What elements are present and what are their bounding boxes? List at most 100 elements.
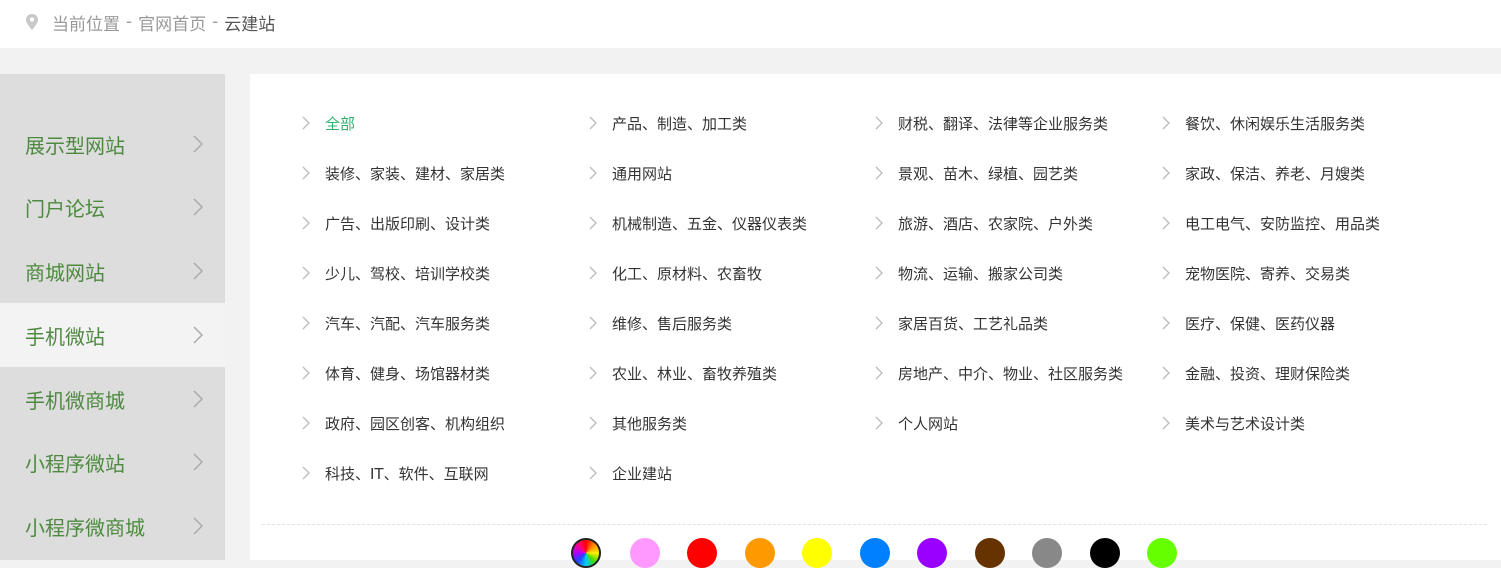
chevron-right-icon xyxy=(302,316,310,330)
chevron-right-icon xyxy=(193,453,203,471)
category-item[interactable]: 财税、翻译、法律等企业服务类 xyxy=(875,111,1108,135)
category-item[interactable]: 其他服务类 xyxy=(589,411,687,435)
chevron-right-icon xyxy=(875,316,883,330)
location-pin-icon xyxy=(26,14,38,30)
color-swatch-brown[interactable] xyxy=(975,538,1005,568)
category-item[interactable]: 政府、园区创客、机构组织 xyxy=(302,411,505,435)
category-item[interactable]: 广告、出版印刷、设计类 xyxy=(302,211,490,235)
category-label: 旅游、酒店、农家院、户外类 xyxy=(898,214,1094,233)
sidebar-item-portal-forum[interactable]: 门户论坛 xyxy=(0,175,225,239)
category-item[interactable]: 维修、售后服务类 xyxy=(589,311,732,335)
category-label: 维修、售后服务类 xyxy=(612,314,733,333)
chevron-right-icon xyxy=(1162,366,1170,380)
chevron-right-icon xyxy=(875,266,883,280)
sidebar-item-label: 展示型网站 xyxy=(25,133,125,158)
category-item[interactable]: 产品、制造、加工类 xyxy=(589,111,747,135)
category-item[interactable]: 个人网站 xyxy=(875,411,958,435)
category-item-all[interactable]: 全部 xyxy=(302,111,355,135)
sidebar-item-shop-site[interactable]: 商城网站 xyxy=(0,239,225,303)
sidebar-item-mobile-microsite[interactable]: 手机微站 xyxy=(0,303,225,367)
sidebar-item-label: 门户论坛 xyxy=(25,196,105,221)
category-item[interactable]: 金融、投资、理财保险类 xyxy=(1162,361,1350,385)
category-item[interactable]: 餐饮、休闲娱乐生活服务类 xyxy=(1162,111,1365,135)
chevron-right-icon xyxy=(875,366,883,380)
category-label: 宠物医院、寄养、交易类 xyxy=(1185,264,1351,283)
category-label: 景观、苗木、绿植、园艺类 xyxy=(898,164,1079,183)
category-item[interactable]: 景观、苗木、绿植、园艺类 xyxy=(875,161,1078,185)
category-item[interactable]: 家居百货、工艺礼品类 xyxy=(875,311,1048,335)
category-item[interactable]: 旅游、酒店、农家院、户外类 xyxy=(875,211,1093,235)
category-label: 房地产、中介、物业、社区服务类 xyxy=(898,364,1124,383)
chevron-right-icon xyxy=(589,116,597,130)
category-item[interactable]: 电工电气、安防监控、用品类 xyxy=(1162,211,1380,235)
category-item[interactable]: 农业、林业、畜牧养殖类 xyxy=(589,361,777,385)
category-label: 通用网站 xyxy=(612,164,673,183)
category-label: 财税、翻译、法律等企业服务类 xyxy=(898,114,1109,133)
chevron-right-icon xyxy=(1162,116,1170,130)
chevron-right-icon xyxy=(589,466,597,480)
color-swatch-yellow[interactable] xyxy=(802,538,832,568)
category-label: 家居百货、工艺礼品类 xyxy=(898,314,1049,333)
chevron-right-icon xyxy=(302,116,310,130)
category-item[interactable]: 汽车、汽配、汽车服务类 xyxy=(302,311,490,335)
color-swatch-red[interactable] xyxy=(687,538,717,568)
breadcrumb-separator: - xyxy=(212,12,219,32)
color-swatch-gray[interactable] xyxy=(1032,538,1062,568)
category-label: 广告、出版印刷、设计类 xyxy=(325,214,491,233)
chevron-right-icon xyxy=(193,390,203,408)
breadcrumb-current: 云建站 xyxy=(224,14,276,35)
category-label: 机械制造、五金、仪器仪表类 xyxy=(612,214,808,233)
color-swatch-blue[interactable] xyxy=(860,538,890,568)
category-item[interactable]: 体育、健身、场馆器材类 xyxy=(302,361,490,385)
color-swatch-purple[interactable] xyxy=(917,538,947,568)
category-label: 电工电气、安防监控、用品类 xyxy=(1185,214,1381,233)
chevron-right-icon xyxy=(302,466,310,480)
breadcrumb-home-link[interactable]: 官网首页 xyxy=(138,10,206,35)
category-item[interactable]: 美术与艺术设计类 xyxy=(1162,411,1305,435)
category-label: 科技、IT、软件、互联网 xyxy=(325,464,489,483)
chevron-right-icon xyxy=(1162,416,1170,430)
category-item[interactable]: 宠物医院、寄养、交易类 xyxy=(1162,261,1350,285)
sidebar-item-label: 商城网站 xyxy=(25,260,105,285)
category-item[interactable]: 家政、保洁、养老、月嫂类 xyxy=(1162,161,1365,185)
color-swatch-black[interactable] xyxy=(1090,538,1120,568)
chevron-right-icon xyxy=(302,216,310,230)
sidebar-item-mobile-microshop[interactable]: 手机微商城 xyxy=(0,367,225,431)
sidebar-item-miniprogram-site[interactable]: 小程序微站 xyxy=(0,430,225,494)
sidebar-item-label: 手机微站 xyxy=(25,324,105,349)
category-item[interactable]: 科技、IT、软件、互联网 xyxy=(302,461,489,485)
color-swatch-all[interactable] xyxy=(571,538,601,568)
category-item[interactable]: 机械制造、五金、仪器仪表类 xyxy=(589,211,807,235)
category-item[interactable]: 装修、家装、建材、家居类 xyxy=(302,161,505,185)
breadcrumb-separator: - xyxy=(126,12,133,32)
chevron-right-icon xyxy=(302,266,310,280)
category-label: 物流、运输、搬家公司类 xyxy=(898,264,1064,283)
color-swatch-orange[interactable] xyxy=(745,538,775,568)
category-item[interactable]: 企业建站 xyxy=(589,461,672,485)
category-label: 装修、家装、建材、家居类 xyxy=(325,164,506,183)
sidebar-item-label: 小程序微商城 xyxy=(25,515,145,540)
sidebar-item-showcase-site[interactable]: 展示型网站 xyxy=(0,112,225,176)
chevron-right-icon xyxy=(193,517,203,535)
chevron-right-icon xyxy=(193,135,203,153)
category-item[interactable]: 少儿、驾校、培训学校类 xyxy=(302,261,490,285)
category-label: 家政、保洁、养老、月嫂类 xyxy=(1185,164,1366,183)
category-item[interactable]: 医疗、保健、医药仪器 xyxy=(1162,311,1335,335)
category-item[interactable]: 物流、运输、搬家公司类 xyxy=(875,261,1063,285)
category-label: 企业建站 xyxy=(612,464,673,483)
chevron-right-icon xyxy=(1162,316,1170,330)
sidebar: 展示型网站 门户论坛 商城网站 手机微站 手机微商城 小程序微站 小程序微商城 xyxy=(0,74,225,560)
chevron-right-icon xyxy=(302,416,310,430)
sidebar-item-label: 小程序微站 xyxy=(25,451,125,476)
color-swatch-pink[interactable] xyxy=(630,538,660,568)
chevron-right-icon xyxy=(875,116,883,130)
category-item[interactable]: 房地产、中介、物业、社区服务类 xyxy=(875,361,1123,385)
color-swatch-green[interactable] xyxy=(1147,538,1177,568)
sidebar-item-miniprogram-shop[interactable]: 小程序微商城 xyxy=(0,494,225,558)
category-label: 汽车、汽配、汽车服务类 xyxy=(325,314,491,333)
category-label: 化工、原材料、农畜牧 xyxy=(612,264,763,283)
sidebar-item-label: 手机微商城 xyxy=(25,388,125,413)
chevron-right-icon xyxy=(302,366,310,380)
category-item[interactable]: 通用网站 xyxy=(589,161,672,185)
category-item[interactable]: 化工、原材料、农畜牧 xyxy=(589,261,762,285)
